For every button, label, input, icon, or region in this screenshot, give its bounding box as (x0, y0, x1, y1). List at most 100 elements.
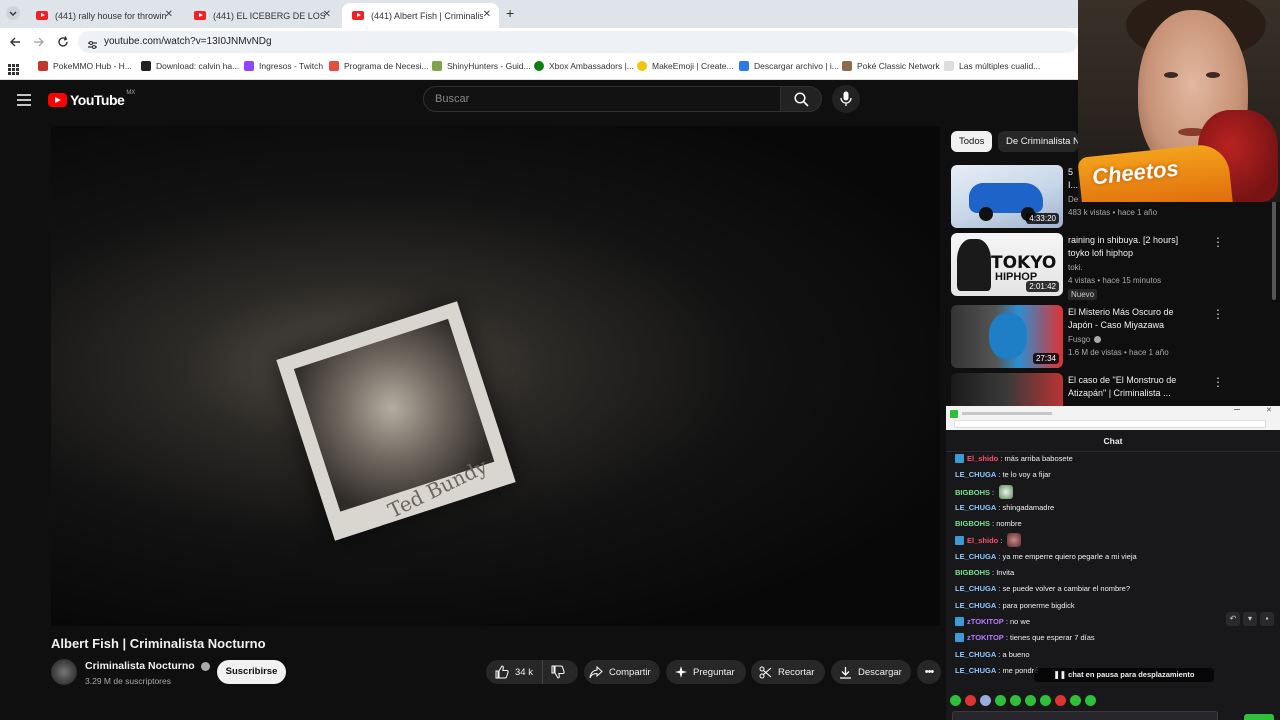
bookmark-item[interactable]: Download: calvin ha... (141, 61, 239, 71)
region-code: MX (126, 90, 136, 96)
video-thumbnail[interactable]: 4:33:20 (951, 165, 1063, 228)
bookmark-item[interactable]: PokeMMO Hub - H... (38, 61, 132, 71)
chat-text: Invita (996, 568, 1015, 577)
chat-username[interactable]: El_shido (967, 454, 998, 463)
subscribe-button[interactable]: Suscribirse (217, 660, 286, 684)
reply-icon[interactable]: ↶ (1226, 612, 1240, 626)
window-minimize-icon[interactable] (1234, 409, 1240, 410)
share-button[interactable]: Compartir (584, 660, 660, 684)
rec-video-channel[interactable]: De... (1068, 195, 1078, 204)
rec-video-title[interactable]: El caso de "El Monstruo de Atizapán" | C… (1068, 374, 1193, 400)
browser-tab[interactable]: (441) rally house for throwin it ✕ (26, 3, 181, 28)
youtube-logo-icon (48, 93, 67, 107)
chat-username[interactable]: BIGBOHS (955, 488, 990, 497)
bookmark-favicon-icon (38, 61, 48, 71)
chat-url-bar[interactable] (954, 420, 1266, 428)
rec-video-title[interactable]: raining in shibuya. [2 hours] toyko lofi… (1068, 234, 1193, 260)
chat-paused-notice[interactable]: ❚❚ chat en pausa para desplazamiento (1034, 668, 1214, 682)
bookmark-item[interactable]: Xbox Ambassadors |... (534, 61, 634, 71)
emote-icon[interactable] (1085, 695, 1096, 706)
rec-video-title[interactable]: El Misterio Más Oscuro de Japón - Caso M… (1068, 306, 1193, 332)
forward-icon[interactable] (32, 35, 46, 54)
delete-icon[interactable]: ▪ (1260, 612, 1274, 626)
emote-icon[interactable] (995, 695, 1006, 706)
channel-avatar[interactable] (51, 659, 77, 685)
rec-video-title[interactable]: 5 I... th... (1068, 166, 1078, 192)
bookmark-item[interactable]: Descargar archivo | i... (739, 61, 839, 71)
chat-username[interactable]: zTOKITOP (967, 617, 1004, 626)
like-button[interactable]: 34 k (486, 660, 542, 684)
download-icon (840, 666, 851, 679)
back-icon[interactable] (8, 35, 22, 54)
new-tab-button[interactable]: + (506, 5, 514, 21)
chat-username[interactable]: BIGBOHS (955, 519, 990, 528)
chat-message: LE_CHUGA: se puede volver a cambiar el n… (955, 584, 1131, 593)
chat-message: LE_CHUGA: para ponerme bigdick (955, 601, 1075, 610)
chip-channel[interactable]: De Criminalista N (998, 131, 1078, 152)
more-actions-button[interactable]: ••• (917, 660, 941, 684)
clip-button[interactable]: Recortar (751, 660, 825, 684)
bookmark-item[interactable]: ShinyHunters - Guid... (432, 61, 531, 71)
close-tab-icon[interactable]: ✕ (483, 9, 491, 20)
more-vertical-icon[interactable]: ⋮ (1212, 236, 1224, 248)
tab-strip: (441) rally house for throwin it ✕ (441)… (0, 0, 1078, 28)
chat-username[interactable]: LE_CHUGA (955, 552, 996, 561)
emote-icon[interactable] (1055, 695, 1066, 706)
emote-bar (950, 695, 1100, 709)
chat-username[interactable]: LE_CHUGA (955, 650, 996, 659)
emote-icon[interactable] (1025, 695, 1036, 706)
chat-username[interactable]: zTOKITOP (967, 633, 1004, 642)
window-close-icon[interactable]: ✕ (1266, 406, 1272, 414)
emote-icon[interactable] (1040, 695, 1051, 706)
rec-video-channel[interactable]: toki. (1068, 263, 1083, 272)
url-input[interactable]: youtube.com/watch?v=13I0JNMvNDg (78, 31, 1078, 53)
youtube-logo[interactable]: YouTube MX (48, 90, 136, 108)
video-thumbnail[interactable] (951, 373, 1063, 406)
chat-text: más arriba babosete (1004, 454, 1073, 463)
bookmark-item[interactable]: Las múltiples cualid... (944, 61, 1040, 71)
emote-icon[interactable] (980, 695, 991, 706)
video-thumbnail[interactable]: 27:34 (951, 305, 1063, 368)
download-button[interactable]: Descargar (831, 660, 911, 684)
chat-username[interactable]: BIGBOHS (955, 568, 990, 577)
chip-all[interactable]: Todos (951, 131, 993, 152)
emote-icon[interactable] (1070, 695, 1081, 706)
chat-username[interactable]: El_shido (967, 536, 998, 545)
channel-name[interactable]: Criminalista Nocturno (85, 660, 210, 672)
bookmark-item[interactable]: Programa de Necesi... (329, 61, 429, 71)
bookmark-item[interactable]: MakeEmoji | Create... (637, 61, 734, 71)
chat-input[interactable] (952, 711, 1218, 720)
chat-username[interactable]: LE_CHUGA (955, 470, 996, 479)
chat-username[interactable]: LE_CHUGA (955, 584, 996, 593)
search-button[interactable] (780, 86, 822, 112)
close-tab-icon[interactable]: ✕ (323, 9, 331, 20)
more-vertical-icon[interactable]: ⋮ (1212, 308, 1224, 320)
chat-username[interactable]: LE_CHUGA (955, 666, 996, 675)
chat-username[interactable]: LE_CHUGA (955, 503, 996, 512)
apps-grid-icon[interactable] (8, 62, 19, 80)
browser-tab[interactable]: (441) EL ICEBERG DE LOS ARCH ✕ (184, 3, 339, 28)
emote-icon[interactable] (950, 695, 961, 706)
emote-icon[interactable] (1010, 695, 1021, 706)
tab-list-dropdown-icon[interactable] (6, 6, 20, 20)
chat-username[interactable]: LE_CHUGA (955, 601, 996, 610)
ask-button[interactable]: Preguntar (666, 660, 746, 684)
bookmark-item[interactable]: Ingresos - Twitch (244, 61, 323, 71)
rec-video-channel[interactable]: Fusgo (1068, 335, 1102, 344)
search-input[interactable]: Buscar (423, 86, 781, 112)
chat-send-button[interactable] (1244, 714, 1274, 720)
reload-icon[interactable] (56, 35, 70, 54)
close-tab-icon[interactable]: ✕ (165, 9, 173, 20)
more-vertical-icon[interactable]: ⋮ (1212, 376, 1224, 388)
browser-tab-active[interactable]: (441) Albert Fish | Criminalista N ✕ (342, 3, 499, 28)
video-player[interactable]: Ted Bundy (51, 126, 940, 626)
emote-icon[interactable] (965, 695, 976, 706)
pin-icon[interactable]: ▾ (1243, 612, 1257, 626)
bookmark-item[interactable]: Poké Classic Network (842, 61, 940, 71)
menu-icon[interactable] (17, 93, 31, 111)
dislike-button[interactable] (542, 660, 578, 684)
voice-search-button[interactable] (832, 85, 860, 113)
bookmarks-bar: PokeMMO Hub - H... Download: calvin ha..… (0, 56, 1078, 80)
video-thumbnail[interactable]: TOKYO HIPHOP 2:01:42 (951, 233, 1063, 296)
window-app-icon (950, 410, 958, 418)
